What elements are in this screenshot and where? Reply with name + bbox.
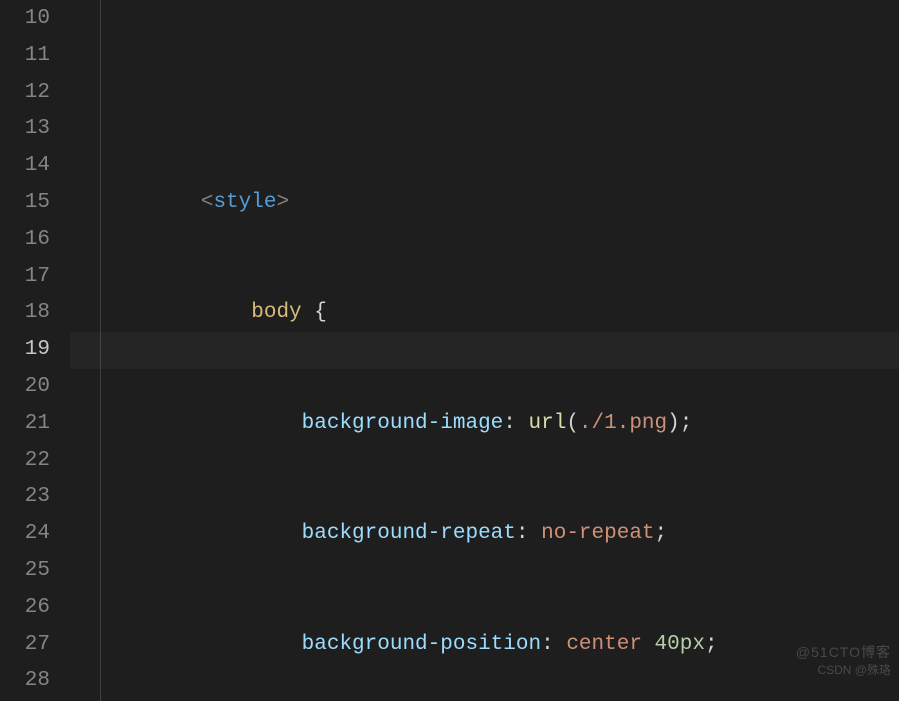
line-number: 28	[0, 663, 50, 700]
line-number: 25	[0, 553, 50, 590]
code-line[interactable]: background-position: center 40px;	[70, 627, 899, 664]
line-number: 13	[0, 111, 50, 148]
code-line[interactable]: body {	[70, 295, 899, 332]
line-number: 15	[0, 185, 50, 222]
line-number: 23	[0, 479, 50, 516]
line-number: 26	[0, 590, 50, 627]
line-number: 20	[0, 369, 50, 406]
line-number: 11	[0, 38, 50, 75]
line-number: 17	[0, 259, 50, 296]
active-line-highlight	[70, 332, 899, 369]
line-number: 22	[0, 443, 50, 480]
line-number: 16	[0, 222, 50, 259]
code-area[interactable]: <style> body { background-image: url(./1…	[70, 0, 899, 701]
code-editor[interactable]: 10 11 12 13 14 15 16 17 18 19 20 21 22 2…	[0, 0, 899, 701]
indent-guide	[100, 0, 101, 701]
code-line[interactable]: background-repeat: no-repeat;	[70, 516, 899, 553]
line-number: 21	[0, 406, 50, 443]
code-line[interactable]: background-image: url(./1.png);	[70, 406, 899, 443]
line-number: 27	[0, 627, 50, 664]
line-number: 14	[0, 148, 50, 185]
code-line[interactable]: <style>	[70, 185, 899, 222]
line-number: 24	[0, 516, 50, 553]
line-number: 12	[0, 75, 50, 112]
line-number-gutter: 10 11 12 13 14 15 16 17 18 19 20 21 22 2…	[0, 0, 70, 701]
line-number: 18	[0, 295, 50, 332]
line-number: 10	[0, 1, 50, 38]
line-number: 19	[0, 332, 50, 369]
